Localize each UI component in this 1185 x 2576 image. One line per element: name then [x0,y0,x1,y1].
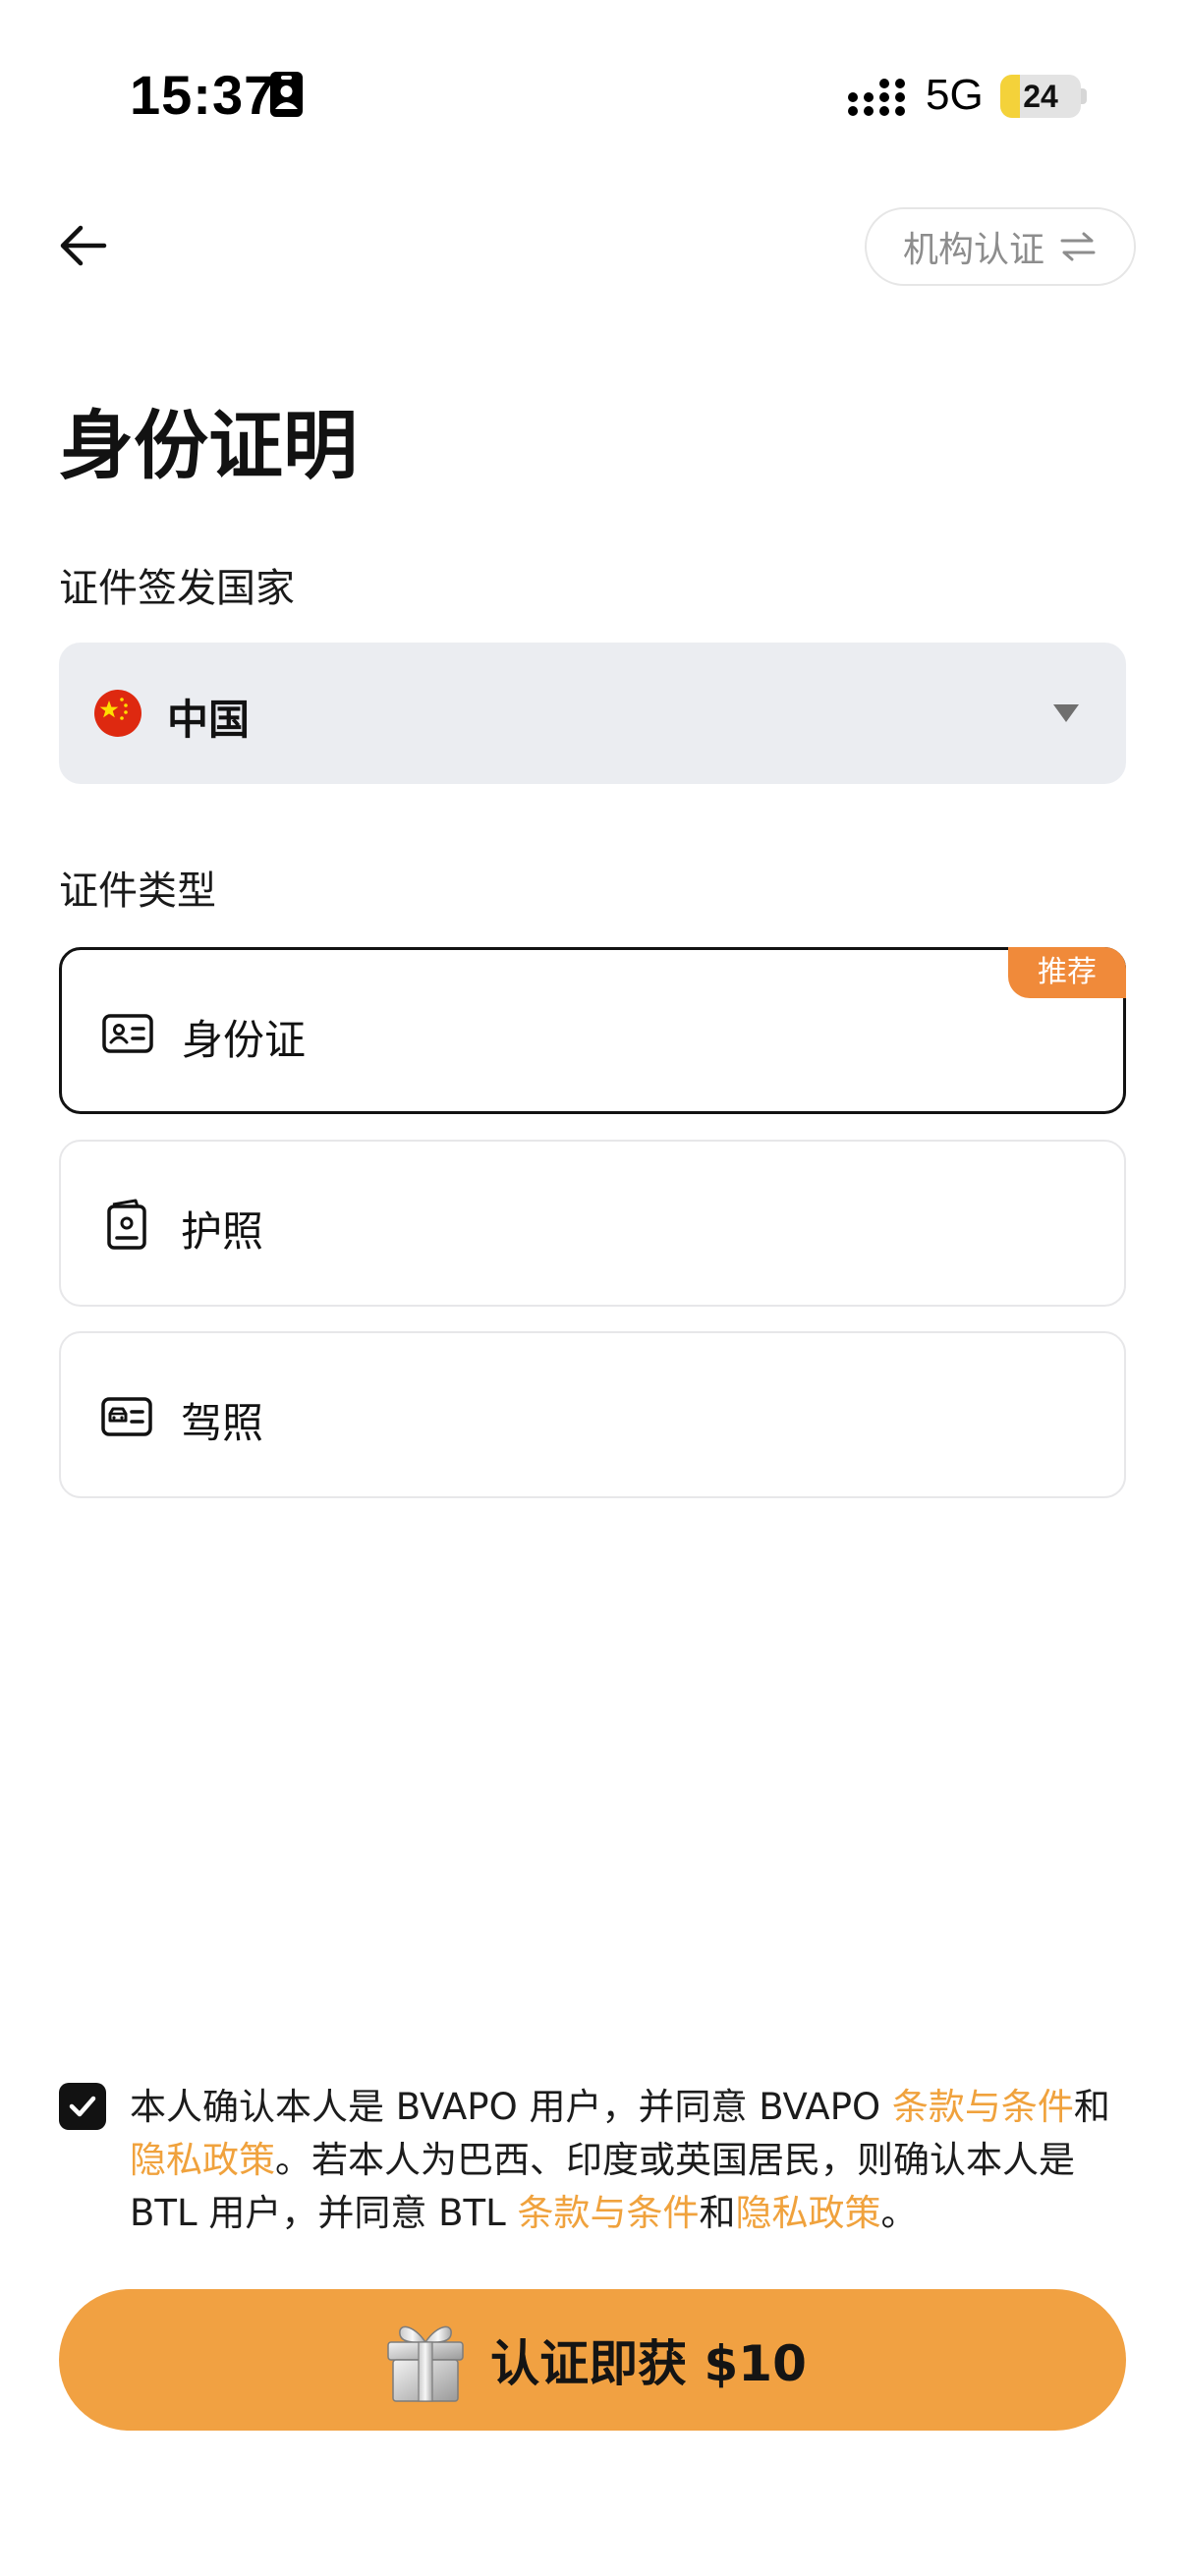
id-card-icon [102,1014,153,1053]
consent-text-and: 和 [1073,2086,1110,2128]
consent-text-and: 和 [699,2192,736,2234]
privacy-link[interactable]: 隐私政策 [735,2192,880,2234]
gift-icon [387,2325,464,2402]
institution-verify-button[interactable]: 机构认证 [865,207,1136,286]
terms-link[interactable]: 条款与条件 [892,2086,1074,2128]
doc-option-passport[interactable]: 护照 [59,1140,1126,1307]
doc-option-driver-license[interactable]: 驾照 [59,1331,1126,1498]
network-label: 5G [926,71,984,119]
doc-option-id-card[interactable]: 身份证 推荐 [59,947,1126,1114]
back-arrow-icon[interactable] [55,218,110,273]
consent-text-end: 。 [880,2192,918,2234]
passport-icon [107,1199,146,1250]
china-flag-icon [94,690,141,737]
caret-down-icon [1053,704,1079,722]
id-badge-icon [270,72,303,117]
doc-type-section-label: 证件类型 [59,868,216,914]
consent-text-part: 本人确认本人是 BVAPO 用户，并同意 BVAPO [130,2086,892,2128]
swap-arrows-icon [1060,232,1096,261]
recommend-badge: 推荐 [1008,947,1126,998]
verify-reward-button[interactable]: 认证即获 $10 [59,2289,1126,2431]
status-bar: 15:37 5G 24 [0,0,1185,187]
checkmark-icon [69,2096,96,2117]
page-title: 身份证明 [59,402,358,489]
doc-option-label: 驾照 [181,1399,264,1447]
battery-level: 24 [1023,79,1058,114]
battery-tip [1081,88,1087,104]
institution-verify-label: 机构认证 [902,230,1044,270]
selected-country: 中国 [167,696,251,744]
consent-checkbox[interactable] [59,2083,106,2130]
status-time: 15:37 [130,64,276,126]
consent-text: 本人确认本人是 BVAPO 用户，并同意 BVAPO 条款与条件和隐私政策。若本… [130,2081,1136,2240]
doc-option-label: 护照 [181,1207,264,1256]
privacy-link[interactable]: 隐私政策 [130,2139,275,2181]
driver-license-icon [101,1397,152,1436]
country-section-label: 证件签发国家 [59,566,295,611]
doc-option-label: 身份证 [182,1016,307,1064]
terms-link[interactable]: 条款与条件 [517,2192,699,2234]
signal-icon [848,79,905,116]
battery-icon: 24 [1000,75,1081,118]
verify-reward-label: 认证即获 $10 [490,2335,807,2392]
country-select[interactable]: 中国 [59,643,1126,784]
